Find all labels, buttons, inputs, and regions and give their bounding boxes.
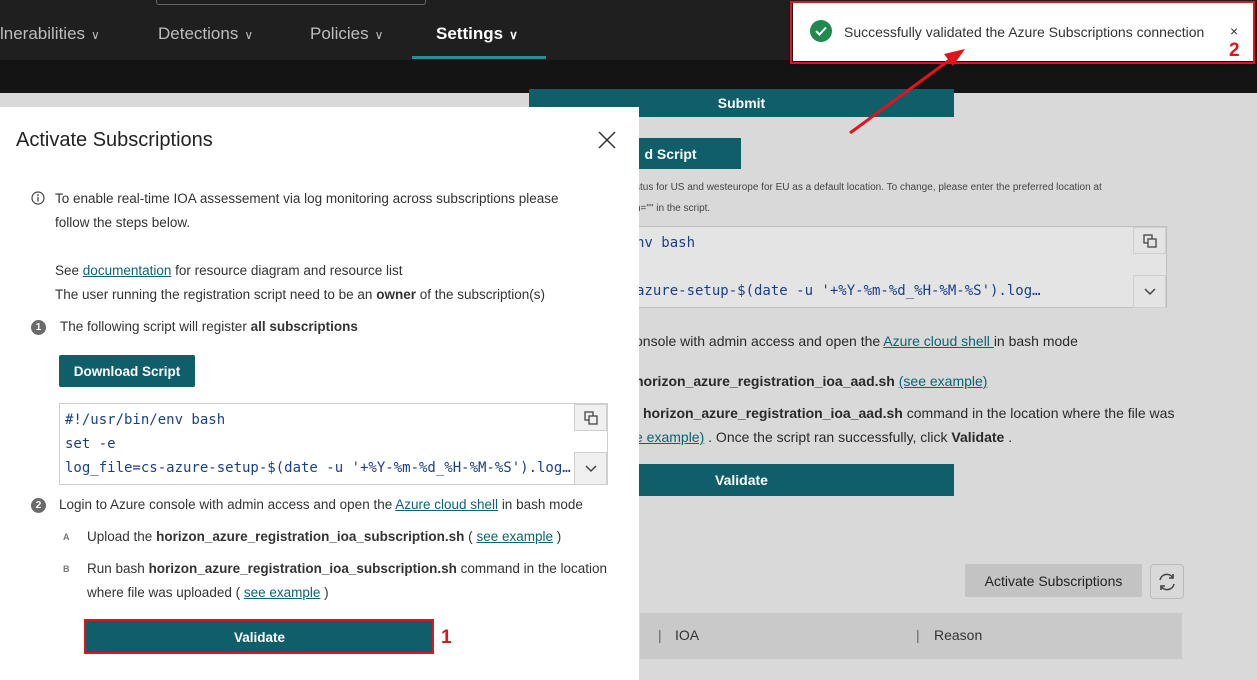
- annotation-arrow: [849, 49, 965, 135]
